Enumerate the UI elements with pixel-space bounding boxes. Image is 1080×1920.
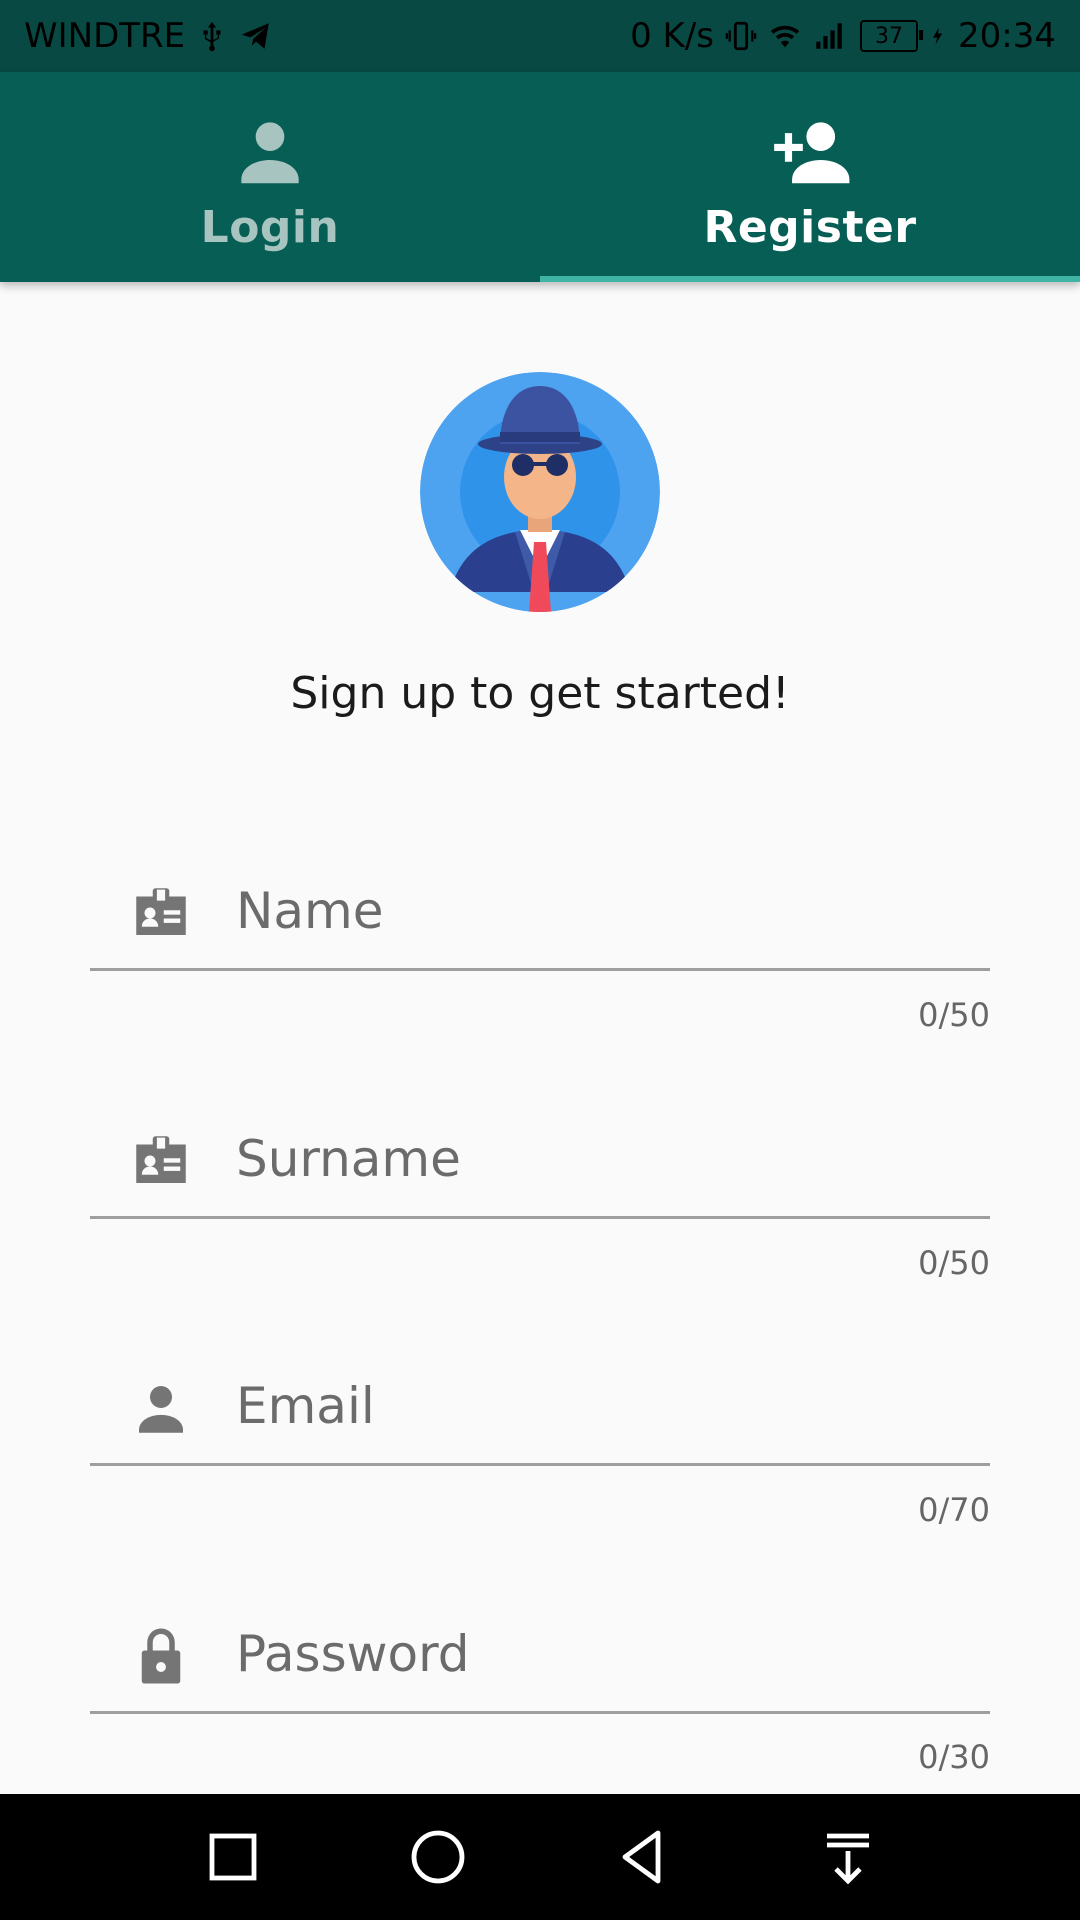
detective-avatar-icon: [420, 372, 660, 612]
name-underline: [90, 968, 990, 971]
lock-icon: [141, 1628, 181, 1684]
wifi-icon: [770, 25, 800, 48]
person-add-icon: [774, 121, 850, 183]
name-input[interactable]: [234, 860, 978, 962]
password-underline: [90, 1711, 990, 1714]
email-input[interactable]: [234, 1355, 978, 1457]
network-speed: 0 K/s: [630, 16, 715, 56]
status-bar-left: WINDTRE: [24, 16, 273, 56]
recents-icon[interactable]: [197, 1821, 269, 1893]
tab-indicator: [540, 276, 1080, 282]
tab-bar: Login Register: [0, 72, 1080, 282]
tab-register[interactable]: Register: [540, 72, 1080, 282]
password-field: [90, 1573, 990, 1714]
name-field: [90, 830, 990, 971]
email-underline: [90, 1463, 990, 1466]
status-bar: WINDTRE 0 K/s 37 20:34: [0, 0, 1080, 72]
password-input[interactable]: [234, 1603, 978, 1705]
notification-pull-icon[interactable]: [812, 1821, 884, 1893]
surname-input[interactable]: [234, 1108, 978, 1210]
battery-icon: 37: [860, 20, 924, 52]
email-counter: 0/70: [918, 1491, 990, 1529]
person-icon: [241, 121, 299, 183]
back-icon[interactable]: [607, 1821, 679, 1893]
charging-icon: [933, 27, 943, 45]
status-bar-right: 0 K/s 37 20:34: [630, 16, 1056, 56]
email-field: [90, 1325, 990, 1466]
surname-underline: [90, 1216, 990, 1219]
home-icon[interactable]: [402, 1821, 474, 1893]
battery-level: 37: [875, 23, 904, 49]
password-counter: 0/30: [918, 1738, 990, 1776]
surname-counter: 0/50: [918, 1244, 990, 1282]
vibrate-icon: [725, 21, 757, 51]
carrier-label: WINDTRE: [24, 16, 186, 56]
badge-icon: [136, 888, 186, 935]
clock: 20:34: [958, 16, 1056, 56]
tab-login-label: Login: [200, 201, 340, 253]
person-icon: [139, 1386, 183, 1433]
tab-register-label: Register: [703, 201, 917, 253]
signal-icon: [816, 23, 842, 49]
surname-field: [90, 1078, 990, 1219]
avatar: [420, 372, 660, 612]
system-nav-bar: [0, 1794, 1080, 1920]
usb-icon: [203, 21, 221, 52]
name-counter: 0/50: [918, 996, 990, 1034]
tab-login[interactable]: Login: [0, 72, 540, 282]
page-tagline: Sign up to get started!: [290, 668, 790, 719]
telegram-icon: [241, 23, 269, 49]
badge-icon: [136, 1136, 186, 1183]
